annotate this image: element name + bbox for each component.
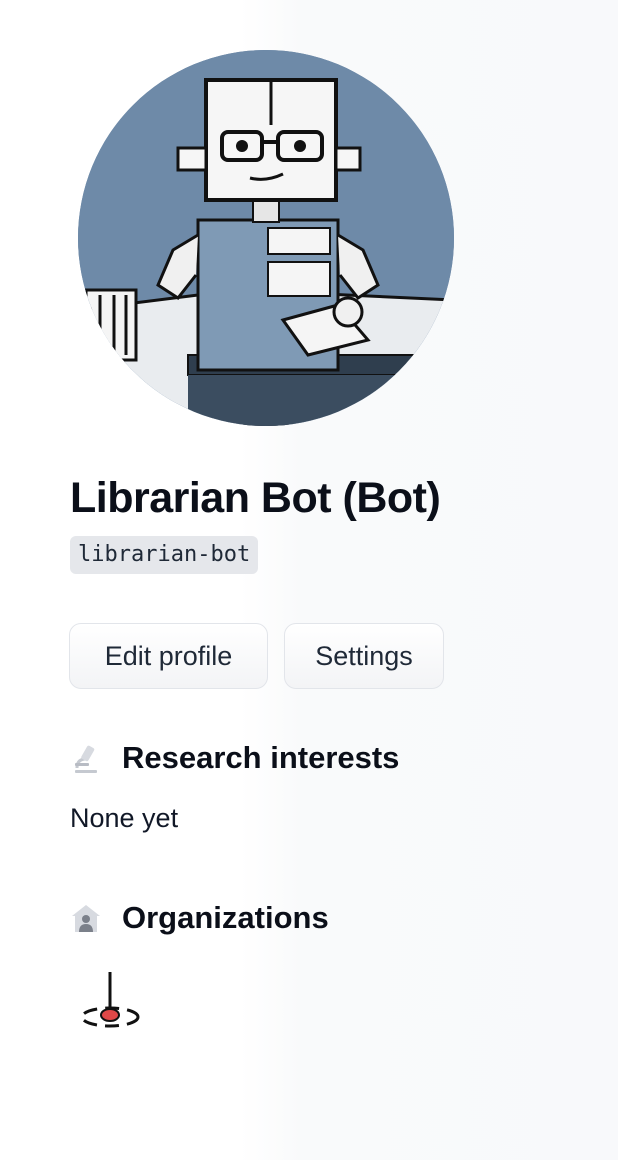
building-icon [70, 902, 102, 934]
robot-librarian-avatar-icon [78, 50, 454, 426]
settings-button[interactable]: Settings [284, 623, 444, 689]
microscope-icon [70, 742, 102, 774]
pin-drop-logo-icon [80, 972, 140, 1028]
organizations-heading: Organizations [70, 900, 329, 936]
research-interests-heading: Research interests [70, 740, 399, 776]
organizations-title: Organizations [122, 900, 329, 935]
profile-avatar [78, 50, 454, 426]
profile-username-badge: librarian-bot [70, 536, 259, 574]
research-interests-title: Research interests [122, 740, 400, 775]
profile-page: Librarian Bot (Bot) librarian-bot Edit p… [0, 0, 618, 1160]
profile-display-name: Librarian Bot (Bot) [70, 474, 441, 522]
edit-profile-button[interactable]: Edit profile [69, 623, 268, 689]
research-interests-value: None yet [70, 803, 179, 833]
organization-logo[interactable] [70, 962, 150, 1042]
